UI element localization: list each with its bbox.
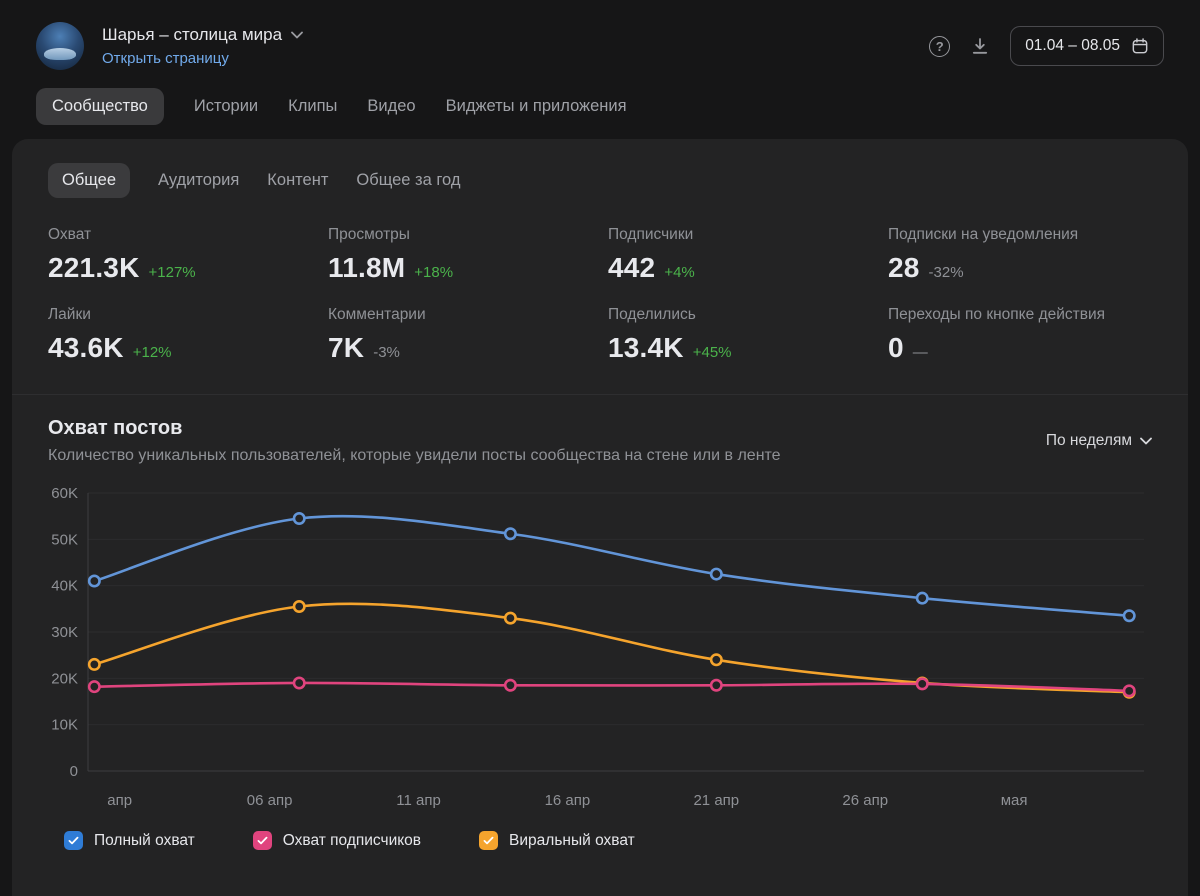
chevron-down-icon[interactable] xyxy=(291,31,303,39)
stat-delta: -32% xyxy=(928,264,964,281)
stat-delta: +45% xyxy=(692,344,732,361)
stat-value: 221.3K xyxy=(48,252,140,283)
stat-value: 7K xyxy=(328,332,365,363)
stat-reach: Охват 221.3K +127% xyxy=(48,226,312,284)
checkbox-viral-reach[interactable] xyxy=(479,831,499,850)
tab-clips[interactable]: Клипы xyxy=(288,88,337,125)
stat-subscribers: Подписчики 442 +4% xyxy=(608,226,872,284)
svg-text:0: 0 xyxy=(70,763,78,780)
stat-value: 11.8M xyxy=(328,252,406,283)
stat-label: Переходы по кнопке действия xyxy=(888,306,1106,323)
legend-viral-reach: Виральный охват xyxy=(479,831,635,850)
stat-label: Подписчики xyxy=(608,226,694,243)
chart-title: Охват постов xyxy=(48,417,183,439)
tab-community[interactable]: Сообщество xyxy=(36,88,164,125)
svg-text:апр: апр xyxy=(107,792,132,809)
chevron-down-icon xyxy=(1140,437,1152,445)
tab-general-year[interactable]: Общее за год xyxy=(356,171,460,190)
checkbox-subscribers-reach[interactable] xyxy=(252,831,272,850)
tab-video[interactable]: Видео xyxy=(367,88,415,125)
community-info: Шарья – столица мира Открыть страницу xyxy=(102,25,303,67)
legend-subscribers-reach: Охват подписчиков xyxy=(252,831,422,850)
legend-label: Охват подписчиков xyxy=(282,831,422,849)
tab-general[interactable]: Общее xyxy=(48,163,131,198)
stat-delta: +18% xyxy=(414,264,454,281)
stat-delta: -3% xyxy=(373,344,400,361)
chart-legend: Полный охват Охват подписчиков Виральный о… xyxy=(48,831,1152,850)
legend-label: Виральный охват xyxy=(509,831,635,849)
svg-text:20K: 20K xyxy=(51,670,78,687)
svg-text:11 апр: 11 апр xyxy=(396,792,441,809)
stat-value: 43.6K xyxy=(48,332,124,363)
tab-audience[interactable]: Аудитория xyxy=(158,171,239,190)
statistics-card: Общее Аудитория Контент Общее за год Охват 2… xyxy=(12,139,1188,896)
tab-widgets[interactable]: Виджеты и приложения xyxy=(446,88,627,125)
stat-delta: +4% xyxy=(664,264,695,281)
stat-notify-subscriptions: Подписки на уведомления 28 -32% xyxy=(888,226,1152,284)
section-tabs: Общее Аудитория Контент Общее за год xyxy=(12,163,1188,198)
svg-text:10K: 10K xyxy=(51,717,78,734)
date-range-value: 01.04 – 08.05 xyxy=(1025,37,1120,54)
stat-label: Подписки на уведомления xyxy=(888,226,1079,243)
stat-value: 28 xyxy=(888,252,920,283)
calendar-icon xyxy=(1132,38,1148,54)
svg-text:60K: 60K xyxy=(51,485,78,502)
svg-text:21 апр: 21 апр xyxy=(693,792,739,809)
help-icon[interactable]: ? xyxy=(929,35,951,57)
tab-content[interactable]: Контент xyxy=(267,171,328,190)
legend-label: Полный охват xyxy=(94,831,195,849)
reach-chart-section: Охват постов Количество уникальных польз… xyxy=(12,394,1188,850)
reach-line-chart: 0 10K 20K 30K 40K 50K 60K апр 06 апр 11 апр 16 апр… xyxy=(51,485,1144,809)
stat-action-button-clicks: Переходы по кнопке действия 0 — xyxy=(888,306,1152,364)
stat-label: Комментарии xyxy=(328,306,426,323)
chart-heading: Охват постов Количество уникальных польз… xyxy=(48,417,781,465)
header: Шарья – столица мира Открыть страницу ? … xyxy=(0,0,1200,80)
stat-label: Охват xyxy=(48,226,92,243)
stat-label: Поделились xyxy=(608,306,696,323)
svg-text:30K: 30K xyxy=(51,624,78,641)
stat-views: Просмотры 11.8M +18% xyxy=(328,226,592,284)
svg-text:16 апр: 16 апр xyxy=(545,792,591,809)
tab-stories[interactable]: Истории xyxy=(194,88,258,125)
download-icon[interactable] xyxy=(970,36,990,56)
stat-delta: +12% xyxy=(132,344,172,361)
main-tabs: Сообщество Истории Клипы Видео Виджеты и при… xyxy=(0,88,1200,125)
stat-comments: Комментарии 7K -3% xyxy=(328,306,592,364)
stat-value: 13.4K xyxy=(608,332,684,363)
checkbox-full-reach[interactable] xyxy=(64,831,83,850)
stat-value: 442 xyxy=(608,252,656,283)
stat-value: 0 xyxy=(888,332,904,363)
stat-likes: Лайки 43.6K +12% xyxy=(48,306,312,364)
stat-delta: +127% xyxy=(148,264,196,281)
stats-grid: Охват 221.3K +127% Просмотры 11.8M +18% Подпис… xyxy=(12,226,1188,364)
stat-shares: Поделились 13.4K +45% xyxy=(608,306,872,364)
svg-text:06 апр: 06 апр xyxy=(247,792,293,809)
community-avatar[interactable] xyxy=(36,22,84,70)
stat-label: Лайки xyxy=(48,306,91,323)
date-range-picker[interactable]: 01.04 – 08.05 xyxy=(1010,26,1164,66)
svg-text:50K: 50K xyxy=(51,531,78,548)
open-page-link[interactable]: Открыть страницу xyxy=(102,50,303,67)
header-actions: ? 01.04 – 08.05 xyxy=(929,26,1164,66)
period-selector-value: По неделям xyxy=(1045,432,1132,449)
stat-delta: — xyxy=(912,344,928,361)
svg-text:26 апр: 26 апр xyxy=(842,792,888,809)
stat-label: Просмотры xyxy=(328,226,410,243)
community-name: Шарья – столица мира xyxy=(102,25,283,44)
chart-subtitle: Количество уникальных пользователей, кот… xyxy=(48,447,781,464)
legend-full-reach: Полный охват xyxy=(64,831,195,850)
svg-text:40K: 40K xyxy=(51,578,78,595)
period-selector[interactable]: По неделям xyxy=(1046,432,1152,450)
svg-text:мая: мая xyxy=(1001,792,1028,809)
